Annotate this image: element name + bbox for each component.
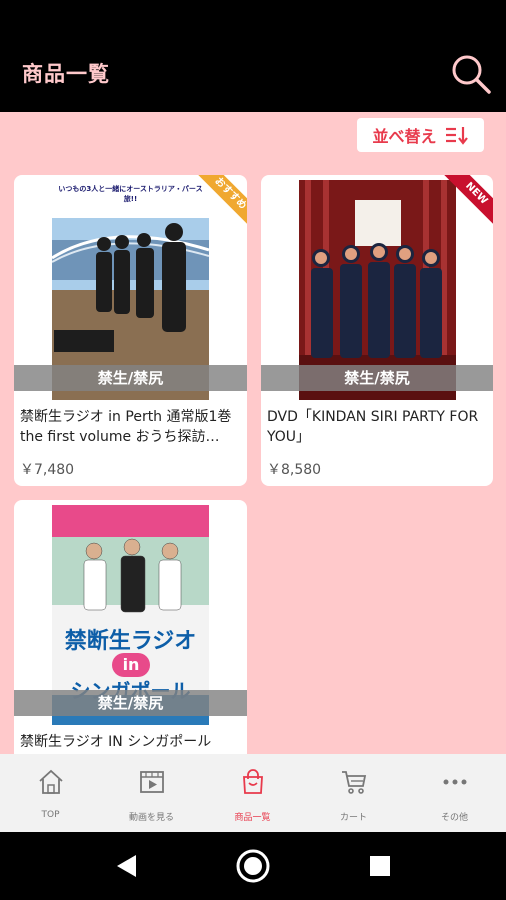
product-title: 禁断生ラジオ in Perth 通常版1巻 the first volume お… bbox=[20, 409, 232, 445]
bottom-navigation: TOP 動画を見る 商品一覧 カート その他 bbox=[0, 754, 506, 832]
more-icon bbox=[443, 779, 467, 785]
nav-label: TOP bbox=[41, 810, 60, 820]
cover-banner-text: いつもの3人と一緒にオーストラリア・パース旅!! bbox=[58, 185, 203, 203]
new-badge: NEW bbox=[441, 175, 493, 227]
nav-label: その他 bbox=[440, 813, 468, 823]
product-title: DVD「KINDAN SIRI PARTY FOR YOU」 bbox=[267, 409, 479, 445]
home-icon bbox=[39, 769, 63, 794]
video-icon bbox=[140, 771, 164, 793]
product-price: ￥7,480 bbox=[20, 462, 75, 478]
badge-label: おすすめ bbox=[195, 175, 247, 227]
nav-cart[interactable]: カート bbox=[303, 754, 404, 832]
cover-in-label: in bbox=[112, 653, 150, 677]
home-button-icon[interactable] bbox=[235, 848, 271, 884]
product-card[interactable]: NEW 禁生/禁尻 DVD「KINDAN SIRI PARTY FOR YOU」… bbox=[261, 175, 493, 486]
artist-label: 禁生/禁尻 bbox=[14, 365, 247, 391]
badge-label: NEW bbox=[441, 175, 493, 227]
nav-label: 動画を見る bbox=[128, 813, 174, 823]
search-button[interactable] bbox=[449, 52, 493, 96]
nav-products[interactable]: 商品一覧 bbox=[202, 754, 303, 832]
artist-label: 禁生/禁尻 bbox=[261, 365, 493, 391]
sort-label: 並べ替え bbox=[372, 127, 437, 146]
page-title: 商品一覧 bbox=[22, 62, 110, 86]
app-header: 商品一覧 bbox=[0, 0, 506, 112]
nav-video[interactable]: 動画を見る bbox=[101, 754, 202, 832]
cart-icon bbox=[342, 771, 367, 794]
nav-label: 商品一覧 bbox=[234, 813, 271, 823]
sort-button[interactable]: 並べ替え bbox=[357, 118, 484, 152]
nav-label: カート bbox=[339, 813, 367, 823]
product-card[interactable]: いつもの3人と一緒にオーストラリア・パース旅!! おすすめ 禁生/禁尻 禁断生ラ… bbox=[14, 175, 247, 486]
cover-title: 禁断生ラジオ bbox=[64, 629, 197, 654]
recommend-badge: おすすめ bbox=[195, 175, 247, 227]
nav-top[interactable]: TOP bbox=[0, 754, 101, 832]
nav-more[interactable]: その他 bbox=[404, 754, 505, 832]
search-icon bbox=[452, 55, 491, 94]
shopping-bag-icon bbox=[243, 769, 263, 794]
artist-label: 禁生/禁尻 bbox=[14, 690, 247, 716]
back-icon[interactable] bbox=[112, 852, 140, 880]
recents-icon[interactable] bbox=[368, 854, 392, 878]
sort-icon bbox=[445, 127, 468, 145]
system-navigation-bar bbox=[0, 832, 506, 900]
product-price: ￥8,580 bbox=[267, 462, 322, 478]
product-title: 禁断生ラジオ IN シンガポール bbox=[20, 734, 212, 750]
